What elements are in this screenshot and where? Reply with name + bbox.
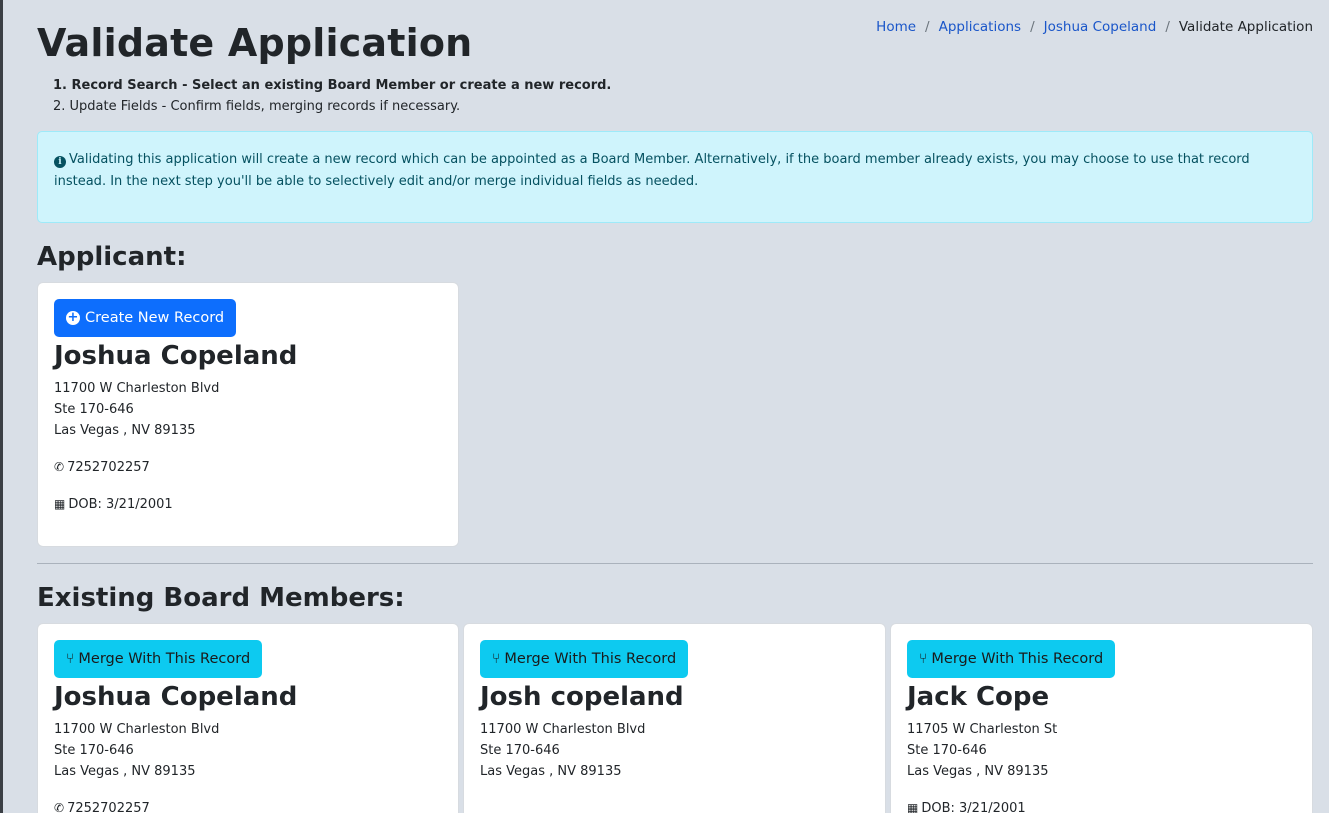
create-new-record-button[interactable]: + Create New Record bbox=[54, 299, 237, 337]
merge-record-button[interactable]: ⑂ Merge With This Record bbox=[54, 640, 263, 678]
breadcrumb-separator: / bbox=[1030, 19, 1035, 35]
step-record-search: 1. Record Search - Select an existing Bo… bbox=[53, 78, 612, 93]
section-divider bbox=[37, 563, 1313, 564]
member-name: Joshua Copeland bbox=[54, 682, 298, 712]
code-fork-icon: ⑂ bbox=[492, 651, 501, 667]
applicant-phone: ✆ 7252702257 bbox=[54, 457, 442, 478]
code-fork-icon: ⑂ bbox=[66, 651, 75, 667]
phone-value: 7252702257 bbox=[67, 460, 150, 475]
address-line-1: 11700 W Charleston Blvd bbox=[480, 722, 646, 737]
merge-record-label: Merge With This Record bbox=[504, 651, 677, 667]
merge-record-label: Merge With This Record bbox=[78, 651, 251, 667]
address-city-line: Las Vegas , NV 89135 bbox=[54, 764, 196, 779]
dob-value: DOB: 3/21/2001 bbox=[921, 801, 1026, 813]
member-address: 11700 W Charleston Blvd Ste 170-646 Las … bbox=[480, 719, 869, 782]
member-card: ⑂ Merge With This Record Jack Cope 11705… bbox=[890, 623, 1313, 813]
step-update-fields: 2. Update Fields - Confirm fields, mergi… bbox=[53, 99, 461, 114]
plus-circle-icon: + bbox=[66, 310, 80, 325]
info-alert-text: Validating this application will create … bbox=[54, 152, 1250, 189]
dob-value: DOB: 3/21/2001 bbox=[68, 497, 173, 512]
phone-icon: ✆ bbox=[54, 460, 65, 474]
address-line-1: 11700 W Charleston Blvd bbox=[54, 381, 220, 396]
breadcrumb-home-link[interactable]: Home bbox=[876, 19, 916, 35]
address-line-2: Ste 170-646 bbox=[54, 402, 134, 417]
address-line-1: 11700 W Charleston Blvd bbox=[54, 722, 220, 737]
phone-value: 7252702257 bbox=[67, 801, 150, 813]
calendar-icon: ▦ bbox=[54, 497, 66, 511]
applicant-heading: Applicant: bbox=[37, 242, 187, 272]
info-alert: i Validating this application will create… bbox=[37, 131, 1313, 223]
applicant-name: Joshua Copeland bbox=[54, 341, 298, 371]
merge-record-button[interactable]: ⑂ Merge With This Record bbox=[907, 640, 1116, 678]
applicant-dob: ▦ DOB: 3/21/2001 bbox=[54, 494, 442, 515]
code-fork-icon: ⑂ bbox=[919, 651, 928, 667]
info-circle-icon: i bbox=[54, 156, 66, 168]
breadcrumb: Home / Applications / Joshua Copeland / … bbox=[876, 19, 1313, 35]
steps-list: 1. Record Search - Select an existing Bo… bbox=[53, 75, 611, 117]
merge-record-button[interactable]: ⑂ Merge With This Record bbox=[480, 640, 689, 678]
breadcrumb-current: Validate Application bbox=[1178, 19, 1313, 35]
existing-members-heading: Existing Board Members: bbox=[37, 583, 405, 613]
address-line-1: 11705 W Charleston St bbox=[907, 722, 1058, 737]
address-city-line: Las Vegas , NV 89135 bbox=[480, 764, 622, 779]
member-address: 11700 W Charleston Blvd Ste 170-646 Las … bbox=[54, 719, 442, 782]
member-dob: ▦ DOB: 3/21/2001 bbox=[907, 798, 1296, 813]
member-phone: ✆ 7252702257 bbox=[54, 798, 442, 813]
applicant-card: + Create New Record Joshua Copeland 1170… bbox=[37, 282, 459, 547]
member-card: ⑂ Merge With This Record Josh copeland 1… bbox=[463, 623, 886, 813]
member-name: Jack Cope bbox=[907, 682, 1050, 712]
phone-icon: ✆ bbox=[54, 801, 65, 813]
applicant-address: 11700 W Charleston Blvd Ste 170-646 Las … bbox=[54, 378, 442, 441]
merge-record-label: Merge With This Record bbox=[931, 651, 1104, 667]
page-title: Validate Application bbox=[37, 21, 473, 65]
address-line-2: Ste 170-646 bbox=[480, 743, 560, 758]
breadcrumb-applications-link[interactable]: Applications bbox=[939, 19, 1021, 35]
window-edge bbox=[0, 0, 3, 813]
member-address: 11705 W Charleston St Ste 170-646 Las Ve… bbox=[907, 719, 1296, 782]
address-line-2: Ste 170-646 bbox=[54, 743, 134, 758]
create-new-record-label: Create New Record bbox=[85, 310, 225, 326]
calendar-icon: ▦ bbox=[907, 801, 919, 813]
address-line-2: Ste 170-646 bbox=[907, 743, 987, 758]
address-city-line: Las Vegas , NV 89135 bbox=[907, 764, 1049, 779]
member-name: Josh copeland bbox=[480, 682, 684, 712]
breadcrumb-applicant-link[interactable]: Joshua Copeland bbox=[1044, 19, 1157, 35]
breadcrumb-separator: / bbox=[1165, 19, 1170, 35]
breadcrumb-separator: / bbox=[925, 19, 930, 35]
member-card: ⑂ Merge With This Record Joshua Copeland… bbox=[37, 623, 459, 813]
address-city-line: Las Vegas , NV 89135 bbox=[54, 423, 196, 438]
